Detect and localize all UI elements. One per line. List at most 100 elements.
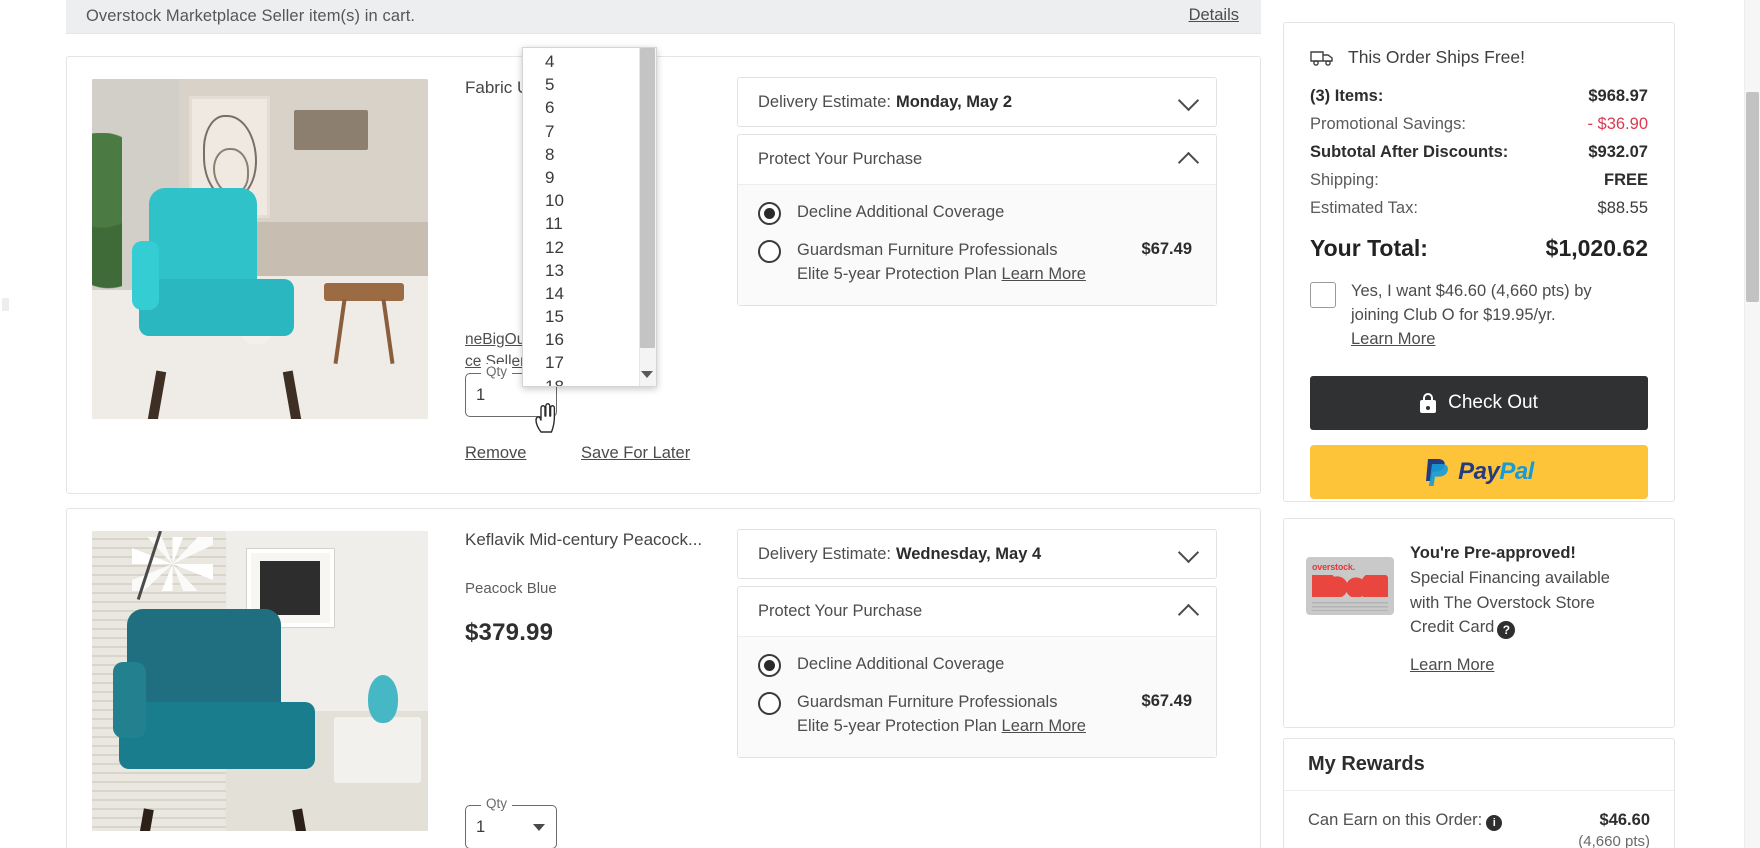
chevron-down-icon: [1177, 541, 1200, 564]
guardsman-plan-option-1[interactable]: Guardsman Furniture Professionals Elite …: [758, 239, 1196, 287]
credit-card-promo-text: You're Pre-approved! Special Financing a…: [1410, 541, 1610, 640]
delivery-estimate-2[interactable]: Delivery Estimate: Wednesday, May 4: [737, 529, 1217, 579]
credit-card-learn-more-link[interactable]: Learn More: [1410, 656, 1494, 674]
credit-card-promo-card: overstock. You're Pre-approved! Special …: [1283, 518, 1675, 728]
qty-option[interactable]: 7: [523, 120, 656, 143]
cart-item-2: Keflavik Mid-century Peacock... Peacock …: [66, 508, 1261, 848]
guardsman-plan-line1-2: Guardsman Furniture Professionals: [797, 693, 1058, 711]
item-actions-1: Remove Save For Later: [465, 444, 740, 463]
dropdown-scrollbar-thumb[interactable]: [640, 48, 655, 348]
overstock-credit-card-image: overstock.: [1306, 557, 1394, 615]
qty-value-2: 1: [476, 817, 486, 836]
info-icon[interactable]: i: [1486, 815, 1503, 831]
decline-coverage-option-2[interactable]: Decline Additional Coverage: [758, 653, 1196, 677]
club-o-line1: Yes, I want $46.60 (4,660 pts) by: [1351, 282, 1592, 300]
guardsman-learn-more-1[interactable]: Learn More: [1002, 265, 1086, 283]
product-title-2[interactable]: Keflavik Mid-century Peacock...: [465, 529, 715, 552]
order-total-label: Your Total:: [1310, 235, 1428, 261]
product-photo-teal-chair: [92, 79, 428, 419]
check-out-button[interactable]: Check Out: [1310, 375, 1648, 430]
credit-card-learn-more-row: Learn More: [1284, 640, 1674, 675]
truck-icon: [1310, 50, 1333, 66]
product-photo-peacock-chair: [92, 531, 428, 831]
summary-row-value: FREE: [1603, 171, 1648, 189]
credit-card-line1: Special Financing available: [1410, 568, 1610, 587]
radio-unselected-icon[interactable]: [758, 692, 781, 715]
summary-row-value: $932.07: [1588, 143, 1648, 161]
qty-option[interactable]: 18: [523, 375, 656, 386]
left-gutter: [0, 0, 66, 848]
qty-option[interactable]: 6: [523, 96, 656, 119]
help-icon[interactable]: ?: [1497, 621, 1516, 640]
summary-row-label: Promotional Savings:: [1310, 115, 1466, 133]
qty-box-2[interactable]: 1: [465, 805, 557, 848]
protect-purchase-header-1[interactable]: Protect Your Purchase: [738, 135, 1216, 185]
protect-purchase-body-1: Decline Additional Coverage Guardsman Fu…: [738, 185, 1216, 305]
summary-row: (3) Items: $968.97: [1310, 87, 1648, 106]
delivery-estimate-label-1: Delivery Estimate:: [758, 92, 891, 111]
protect-purchase-1: Protect Your Purchase Decline Additional…: [737, 134, 1217, 306]
gutter-tick: [2, 298, 9, 311]
qty-option[interactable]: 12: [523, 236, 656, 259]
paypal-logo-icon: [1426, 458, 1449, 486]
my-rewards-header: My Rewards: [1284, 739, 1674, 791]
save-for-later-link-1[interactable]: Save For Later: [581, 444, 690, 462]
marketplace-details-link[interactable]: Details: [1189, 6, 1239, 25]
page-scrollbar-thumb[interactable]: [1746, 92, 1759, 302]
decline-coverage-label-2: Decline Additional Coverage: [797, 655, 1005, 673]
item-options-1: Delivery Estimate: Monday, May 2 Protect…: [737, 77, 1217, 306]
mouse-cursor-pointer-icon: [535, 403, 556, 433]
delivery-estimate-1[interactable]: Delivery Estimate: Monday, May 2: [737, 77, 1217, 127]
paypal-button[interactable]: PayPal: [1310, 444, 1648, 499]
qty-option[interactable]: 17: [523, 351, 656, 374]
delivery-estimate-date-2: Wednesday, May 4: [895, 544, 1042, 563]
guardsman-learn-more-2[interactable]: Learn More: [1002, 717, 1086, 735]
rewards-earn-label: Can Earn on this Order: i: [1308, 811, 1503, 831]
chevron-up-icon: [1177, 151, 1200, 174]
qty-option[interactable]: 8: [523, 143, 656, 166]
product-image-2[interactable]: [92, 531, 428, 831]
summary-row-label: Subtotal After Discounts:: [1310, 143, 1509, 161]
qty-selector-2[interactable]: Qty 1: [465, 796, 557, 848]
qty-value-1: 1: [476, 385, 486, 404]
summary-row: Shipping: FREE: [1310, 171, 1648, 190]
protect-purchase-title-2: Protect Your Purchase: [758, 602, 923, 620]
remove-link-1[interactable]: Remove: [465, 444, 526, 462]
club-o-offer[interactable]: Yes, I want $46.60 (4,660 pts) by joinin…: [1284, 262, 1674, 352]
credit-card-promo-body: overstock. You're Pre-approved! Special …: [1284, 519, 1674, 640]
product-info-2: Keflavik Mid-century Peacock... Peacock …: [465, 529, 715, 647]
qty-option[interactable]: 11: [523, 212, 656, 235]
qty-dropdown-list[interactable]: 4 5 6 7 8 9 10 11 12 13 14 15 16 17 18 1…: [522, 47, 657, 387]
summary-row: Estimated Tax: $88.55: [1310, 199, 1648, 218]
qty-option[interactable]: 13: [523, 259, 656, 282]
rewards-earn-points: (4,660 pts): [1578, 833, 1650, 848]
guardsman-plan-text-1: Guardsman Furniture Professionals Elite …: [797, 239, 1086, 287]
qty-option[interactable]: 4: [523, 50, 656, 73]
dropdown-scrollbar[interactable]: [639, 48, 656, 386]
page-scrollbar[interactable]: [1744, 0, 1760, 848]
qty-option[interactable]: 9: [523, 166, 656, 189]
club-o-line2: joining Club O for $19.95/yr.: [1351, 305, 1556, 324]
radio-selected-icon[interactable]: [758, 654, 781, 677]
paypal-wordmark: PayPal: [1458, 458, 1534, 486]
decline-coverage-option-1[interactable]: Decline Additional Coverage: [758, 201, 1196, 225]
qty-option[interactable]: 10: [523, 189, 656, 212]
protect-purchase-header-2[interactable]: Protect Your Purchase: [738, 587, 1216, 637]
product-variant-2: Peacock Blue: [465, 579, 557, 597]
qty-option[interactable]: 5: [523, 73, 656, 96]
ships-free-row: This Order Ships Free!: [1284, 23, 1674, 68]
qty-option[interactable]: 16: [523, 328, 656, 351]
scroll-down-arrow-icon[interactable]: [641, 371, 653, 378]
radio-unselected-icon[interactable]: [758, 240, 781, 263]
rewards-earn-value: $46.60: [1599, 811, 1650, 829]
rewards-earn-row: Can Earn on this Order: i $46.60: [1284, 791, 1674, 831]
club-o-checkbox[interactable]: [1310, 282, 1336, 308]
product-image-1[interactable]: [92, 79, 428, 419]
guardsman-plan-option-2[interactable]: Guardsman Furniture Professionals Elite …: [758, 691, 1196, 739]
qty-option[interactable]: 15: [523, 305, 656, 328]
radio-selected-icon[interactable]: [758, 202, 781, 225]
qty-option[interactable]: 14: [523, 282, 656, 305]
club-o-learn-more-link[interactable]: Learn More: [1351, 330, 1435, 348]
qty-dropdown-options: 4 5 6 7 8 9 10 11 12 13 14 15 16 17 18 1…: [523, 48, 656, 386]
protect-purchase-title-1: Protect Your Purchase: [758, 150, 923, 168]
